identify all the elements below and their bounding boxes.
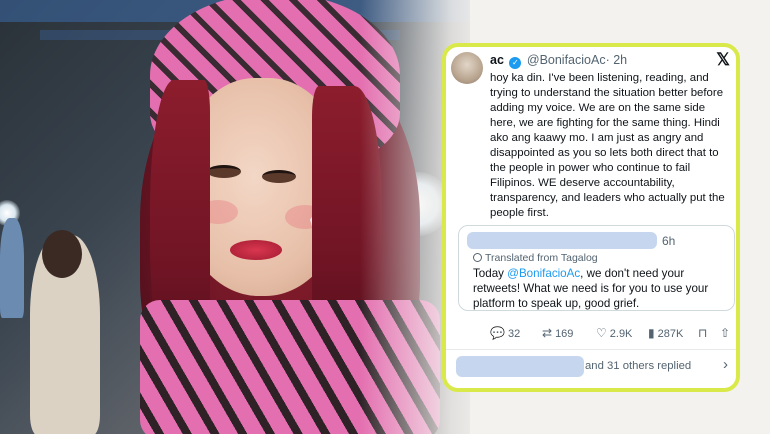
share-icon: ⇧	[720, 326, 731, 340]
heart-icon: ♡	[596, 326, 607, 340]
bar-chart-icon: ▮	[648, 326, 655, 340]
background-person	[42, 230, 82, 278]
tweet-time[interactable]: · 2h	[606, 53, 628, 67]
repost-icon: ⇄	[542, 326, 553, 340]
globe-icon	[473, 253, 482, 262]
quote-time: 6h	[662, 234, 676, 248]
bookmark-icon: ⊓	[698, 326, 708, 340]
lips	[230, 240, 282, 260]
redacted-user	[467, 232, 657, 249]
share-button[interactable]: ⇧	[720, 326, 733, 340]
right-eye	[262, 170, 296, 183]
divider	[446, 349, 736, 350]
background-photo	[0, 0, 470, 434]
quote-text: Today @BonifacioAc, we don't need your r…	[473, 267, 709, 310]
left-eye	[207, 165, 241, 178]
tweet-text: hoy ka din. I've been listening, reading…	[490, 72, 725, 219]
replies-summary[interactable]: and 31 others replied	[585, 360, 691, 372]
bookmark-button[interactable]: ⊓	[698, 326, 710, 340]
action-bar: 💬 32 ⇄ 169 ♡ 2.9K ▮ 287K ⊓ ⇧	[490, 326, 734, 342]
avatar[interactable]	[451, 52, 483, 84]
repost-button[interactable]: ⇄ 169	[542, 326, 573, 340]
reply-icon: 💬	[490, 326, 505, 340]
redacted-repliers	[456, 356, 584, 377]
views-button[interactable]: ▮ 287K	[648, 326, 683, 340]
quoted-tweet[interactable]: 6h Translated from Tagalog Today @Bonifa…	[458, 225, 735, 311]
display-name[interactable]: ac	[490, 53, 504, 67]
user-handle[interactable]: @BonifacioAc	[527, 53, 606, 67]
chevron-right-icon[interactable]: ›	[723, 356, 728, 373]
reply-button[interactable]: 💬 32	[490, 326, 520, 340]
tweet-card: ac ✓ @BonifacioAc· 2h 𝕏 hoy ka din. I've…	[442, 43, 740, 392]
tweet-header: ac ✓ @BonifacioAc· 2h	[490, 53, 627, 69]
x-logo-icon[interactable]: 𝕏	[716, 50, 730, 70]
translation-label: Translated from Tagalog	[473, 252, 598, 264]
verified-badge-icon: ✓	[509, 57, 522, 69]
like-button[interactable]: ♡ 2.9K	[596, 326, 632, 340]
background-person	[0, 218, 24, 318]
mention-link[interactable]: @BonifacioAc	[507, 267, 580, 280]
